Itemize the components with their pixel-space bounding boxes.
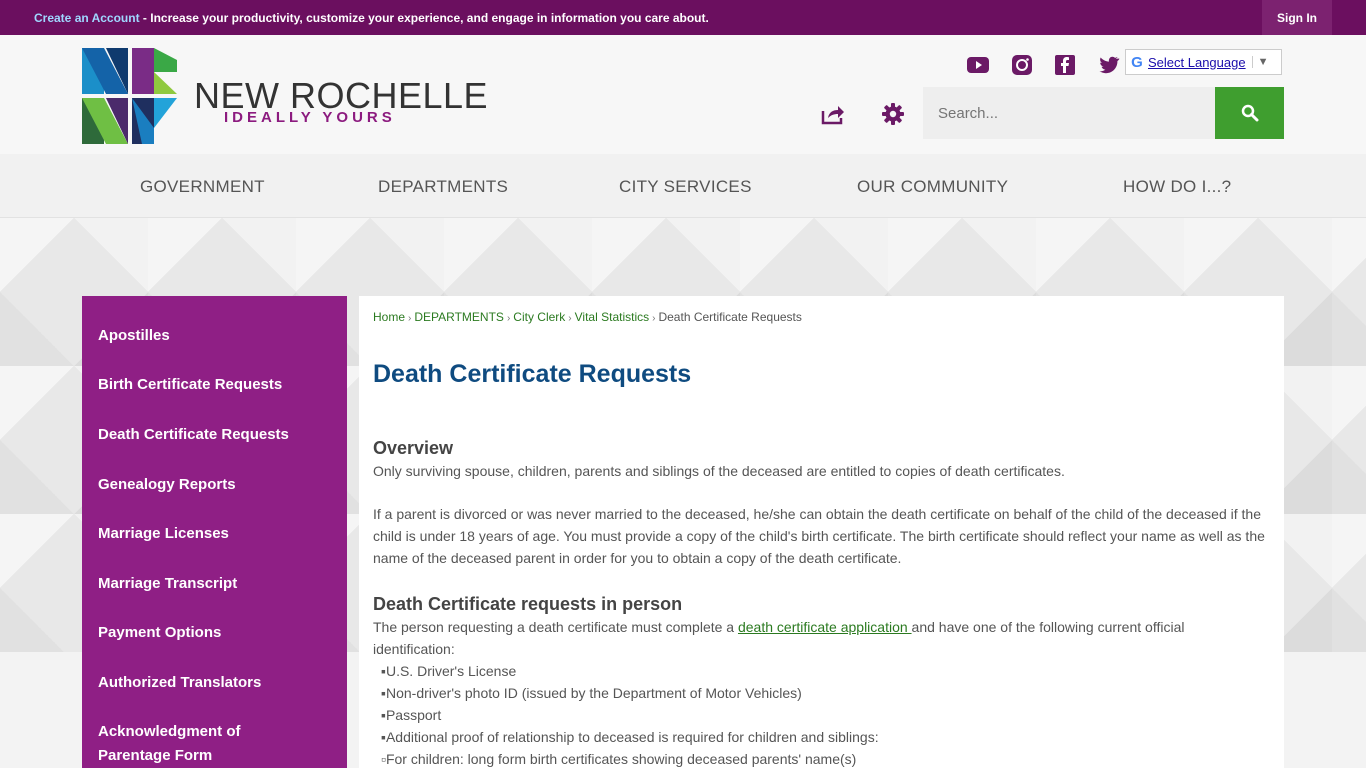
overview-heading: Overview: [373, 438, 454, 458]
account-bar: Create an Account - Increase your produc…: [0, 0, 1366, 35]
breadcrumb-separator: ›: [568, 313, 572, 324]
breadcrumb-separator: ›: [652, 313, 656, 324]
brand-tagline: IDEALLY YOURS: [224, 109, 396, 126]
nav-departments[interactable]: DEPARTMENTS: [378, 177, 508, 197]
breadcrumb-separator: ›: [506, 313, 511, 324]
site-header: NEW ROCHELLE IDEALLY YOURS G Select Lang…: [0, 35, 1366, 154]
share-icon[interactable]: [820, 101, 846, 127]
nav-our-community[interactable]: OUR COMMUNITY: [857, 177, 1008, 197]
main-nav: GOVERNMENT DEPARTMENTS CITY SERVICES OUR…: [0, 154, 1366, 218]
sign-in-button[interactable]: Sign In: [1262, 0, 1332, 35]
instagram-icon[interactable]: [1010, 53, 1034, 77]
sidebar-item-parentage-form[interactable]: Acknowledgment of Parentage Form: [82, 709, 282, 768]
breadcrumb-city-clerk[interactable]: City Clerk: [513, 310, 565, 324]
nav-how-do-i[interactable]: HOW DO I...?: [1123, 177, 1231, 197]
overview-paragraph-1: Only surviving spouse, children, parents…: [373, 463, 1065, 479]
page-title: Death Certificate Requests: [373, 360, 692, 388]
search-input[interactable]: [923, 87, 1215, 139]
sidebar-item-death-certificate[interactable]: Death Certificate Requests: [82, 411, 347, 461]
breadcrumb-home[interactable]: Home: [373, 310, 405, 324]
sidebar-menu: Apostilles Birth Certificate Requests De…: [82, 296, 347, 768]
breadcrumb: Home › DEPARTMENTS › City Clerk › Vital Statis…: [373, 310, 1270, 324]
overview-paragraph-2: If a parent is divorced or was never mar…: [373, 506, 1265, 566]
death-certificate-application-link[interactable]: death certificate application: [738, 619, 912, 635]
breadcrumb-departments[interactable]: DEPARTMENTS: [414, 310, 504, 324]
breadcrumb-current: Death Certificate Requests: [658, 310, 802, 324]
twitter-icon[interactable]: [1096, 53, 1120, 77]
sidebar-item-marriage-licenses[interactable]: Marriage Licenses: [82, 511, 347, 560]
list-item: ▫For children: long form birth certifica…: [381, 751, 857, 767]
nav-government[interactable]: GOVERNMENT: [140, 177, 265, 197]
breadcrumb-separator: ›: [408, 313, 412, 324]
search-button[interactable]: [1215, 87, 1284, 139]
dropdown-arrow-icon: ▼: [1251, 56, 1268, 68]
in-person-heading: Death Certificate requests in person: [373, 594, 683, 614]
nrny-logo[interactable]: [82, 48, 177, 144]
account-message: Create an Account - Increase your produc…: [34, 11, 709, 25]
list-item: ▪Passport: [381, 707, 442, 723]
id-list: ▪U.S. Driver's License ▪Non-driver's pho…: [373, 660, 1270, 768]
in-person-text: The person requesting a death certificat…: [373, 619, 738, 635]
google-g-icon: G: [1131, 53, 1143, 71]
list-item: ▪Additional proof of relationship to dec…: [381, 729, 879, 745]
sidebar-item-birth-certificate[interactable]: Birth Certificate Requests: [82, 362, 347, 411]
nav-city-services[interactable]: CITY SERVICES: [619, 177, 752, 197]
language-label: Select Language: [1148, 54, 1246, 70]
list-item: ▪U.S. Driver's License: [381, 663, 517, 679]
main-content: Home › DEPARTMENTS › City Clerk › Vital Statis…: [359, 296, 1284, 768]
sidebar-item-apostilles[interactable]: Apostilles: [82, 310, 347, 362]
sidebar-item-marriage-transcript[interactable]: Marriage Transcript: [82, 560, 347, 610]
breadcrumb-vital-statistics[interactable]: Vital Statistics: [575, 310, 649, 324]
sidebar-item-payment-options[interactable]: Payment Options: [82, 610, 347, 659]
search-icon: [1241, 104, 1258, 122]
article-body: Overview Only surviving spouse, children…: [373, 437, 1270, 768]
in-person-paragraph: The person requesting a death certificat…: [373, 616, 1270, 660]
youtube-icon[interactable]: [966, 53, 990, 77]
sidebar-item-genealogy[interactable]: Genealogy Reports: [82, 461, 347, 511]
facebook-icon[interactable]: [1053, 53, 1077, 77]
account-message-text: - Increase your productivity, customize …: [139, 11, 709, 25]
list-item: ▪Non-driver's photo ID (issued by the De…: [381, 685, 802, 701]
language-selector[interactable]: G Select Language ▼: [1125, 49, 1282, 75]
sidebar-item-authorized-translators[interactable]: Authorized Translators: [82, 659, 347, 709]
gear-icon[interactable]: [880, 101, 906, 127]
create-account-link[interactable]: Create an Account: [34, 11, 140, 25]
